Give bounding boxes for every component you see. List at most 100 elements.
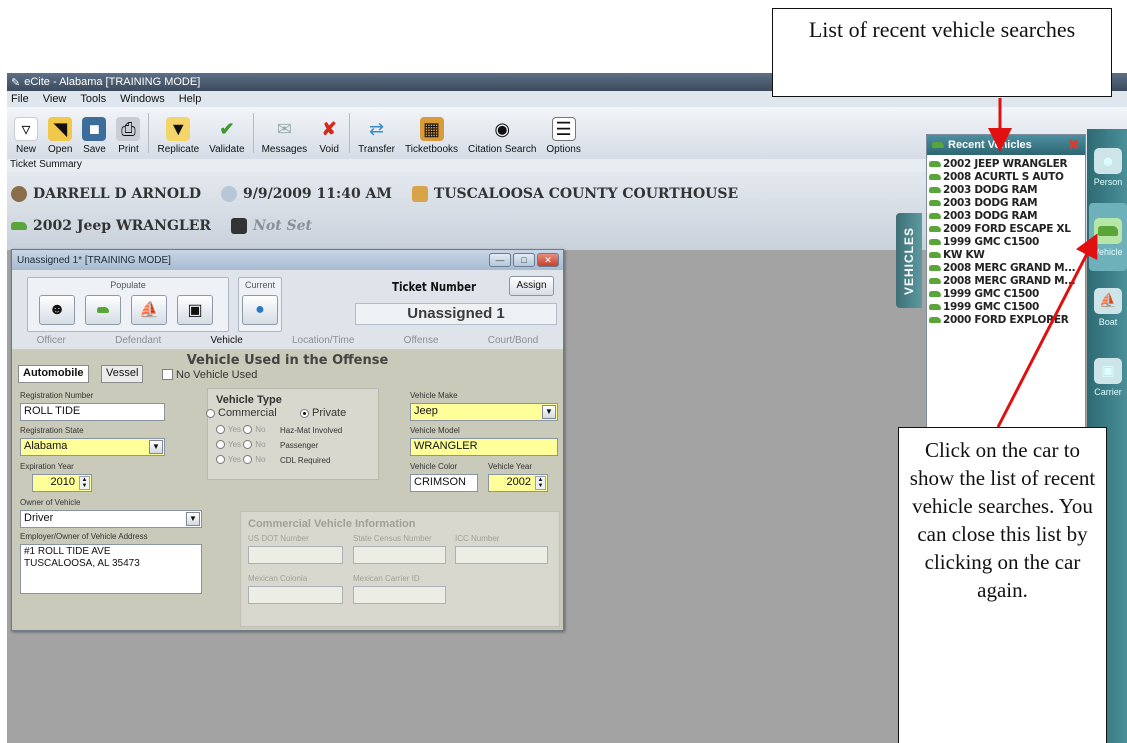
list-item[interactable]: 2003 DODG RAM	[929, 209, 1085, 222]
menu-tools[interactable]: Tools	[80, 93, 106, 105]
new-button[interactable]: ▿ New	[9, 107, 43, 155]
list-item[interactable]: 1999 GMC C1500	[929, 287, 1085, 300]
populate-vessel-button[interactable]: ⛵	[131, 295, 167, 325]
owner-label: Owner of Vehicle	[20, 498, 81, 507]
sidebar-item-person[interactable]: ☻ Person	[1089, 133, 1127, 201]
color-field[interactable]: CRIMSON	[410, 474, 478, 492]
car-icon	[929, 303, 941, 310]
current-location-button[interactable]: ●	[242, 295, 278, 325]
step-court-bond[interactable]: Court/Bond	[488, 335, 539, 349]
mexican-carrier-field[interactable]	[353, 586, 446, 604]
mexican-carrier-label: Mexican Carrier ID	[353, 574, 420, 583]
step-officer[interactable]: Officer	[37, 335, 66, 349]
car-icon	[929, 251, 941, 258]
model-field[interactable]: WRANGLER	[410, 438, 558, 456]
address-textarea[interactable]: #1 ROLL TIDE AVE TUSCALOOSA, AL 35473	[20, 544, 202, 594]
icc-field[interactable]	[455, 546, 548, 564]
person-icon: ☻	[1094, 147, 1122, 174]
cdl-yes-no[interactable]: Yes No	[216, 455, 266, 465]
step-offense[interactable]: Offense	[404, 335, 439, 349]
ticketbooks-button[interactable]: ▦ Ticketbooks	[400, 107, 463, 155]
binoculars-icon: ◉	[494, 118, 511, 139]
icc-label: ICC Number	[455, 534, 500, 543]
summary-datetime: 9/9/2009 11:40 AM	[243, 186, 392, 202]
radio-commercial[interactable]: Commercial	[206, 407, 277, 419]
car-icon	[1094, 217, 1122, 244]
recent-vehicles-list: 2002 JEEP WRANGLER 2008 ACURTL S AUTO 20…	[927, 155, 1085, 326]
list-item[interactable]: 1999 GMC C1500	[929, 235, 1085, 248]
year-field[interactable]: 2002 ▲ ▼	[488, 474, 548, 492]
toolbar-separator	[148, 113, 150, 153]
maximize-button[interactable]: □	[513, 253, 535, 267]
cvi-title: Commercial Vehicle Information	[248, 518, 416, 530]
hazmat-yes-no[interactable]: Yes No	[216, 425, 266, 435]
car-icon	[929, 186, 941, 193]
menu-windows[interactable]: Windows	[120, 93, 165, 105]
close-button[interactable]: ✕	[537, 253, 559, 267]
sidebar-item-vehicle[interactable]: Vehicle	[1089, 203, 1127, 271]
populate-carrier-button[interactable]: ▣	[177, 295, 213, 325]
step-defendant[interactable]: Defendant	[115, 335, 161, 349]
list-item[interactable]: 2008 ACURTL S AUTO	[929, 170, 1085, 183]
passenger-yes-no[interactable]: Yes No	[216, 440, 266, 450]
print-button[interactable]: ⎙ Print	[111, 107, 145, 155]
car-icon	[929, 316, 941, 323]
chevron-down-icon[interactable]: ▼	[186, 512, 200, 526]
list-item[interactable]: 2009 FORD ESCAPE XL	[929, 222, 1085, 235]
close-icon[interactable]: ✖	[1068, 137, 1079, 153]
radio-private[interactable]: Private	[300, 407, 346, 419]
car-icon	[929, 225, 941, 232]
menu-help[interactable]: Help	[179, 93, 202, 105]
populate-defendant-button[interactable]: ☻	[39, 295, 75, 325]
menu-file[interactable]: File	[11, 93, 29, 105]
void-button[interactable]: ✘ Void	[312, 107, 346, 156]
registration-state-select[interactable]: Alabama ▼	[20, 438, 165, 456]
usdot-field[interactable]	[248, 546, 343, 564]
toolbar-separator	[349, 113, 351, 153]
sidebar-item-carrier[interactable]: ▣ Carrier	[1089, 343, 1127, 411]
expiration-year-field[interactable]: 2010 ▲ ▼	[32, 474, 92, 492]
replicate-button[interactable]: ▼ Replicate	[152, 107, 204, 155]
save-button[interactable]: ■ Save	[77, 107, 111, 155]
spinner-icon[interactable]: ▲ ▼	[535, 476, 546, 490]
year-label: Vehicle Year	[488, 462, 533, 471]
list-item[interactable]: 2003 DODG RAM	[929, 183, 1085, 196]
messages-button[interactable]: ✉ Messages	[257, 107, 313, 156]
step-vehicle[interactable]: Vehicle	[211, 335, 243, 349]
list-item[interactable]: 2002 JEEP WRANGLER	[929, 157, 1085, 170]
make-select[interactable]: Jeep ▼	[410, 403, 558, 421]
vehicles-tab[interactable]: VEHICLES	[896, 213, 922, 308]
tab-vessel[interactable]: Vessel	[101, 365, 144, 383]
messages-icon: ✉	[276, 118, 292, 139]
populate-vehicle-button[interactable]	[85, 295, 121, 325]
list-item[interactable]: 2003 DODG RAM	[929, 196, 1085, 209]
minimize-button[interactable]: —	[489, 253, 511, 267]
assign-button[interactable]: Assign	[509, 276, 554, 296]
chevron-down-icon[interactable]: ▼	[542, 405, 556, 419]
no-vehicle-checkbox[interactable]	[162, 369, 173, 380]
tab-automobile[interactable]: Automobile	[18, 365, 89, 383]
options-button[interactable]: ☰ Options	[541, 107, 585, 155]
open-folder-icon: ◥	[48, 117, 73, 141]
mexican-colonia-field[interactable]	[248, 586, 343, 604]
owner-select[interactable]: Driver ▼	[20, 510, 202, 528]
step-location-time[interactable]: Location/Time	[292, 335, 354, 349]
car-icon	[929, 160, 941, 167]
sidebar-item-boat[interactable]: ⛵ Boat	[1089, 273, 1127, 341]
menu-view[interactable]: View	[43, 93, 67, 105]
state-census-field[interactable]	[353, 546, 446, 564]
list-item[interactable]: 2008 MERC GRAND M...	[929, 274, 1085, 287]
spinner-icon[interactable]: ▲ ▼	[79, 476, 90, 490]
transfer-button[interactable]: ⇄ Transfer	[353, 107, 400, 156]
new-document-icon: ▿	[14, 117, 38, 141]
boat-icon: ⛵	[139, 302, 159, 319]
chevron-down-icon[interactable]: ▼	[149, 440, 163, 454]
list-item[interactable]: 1999 GMC C1500	[929, 300, 1085, 313]
validate-button[interactable]: ✔ Validate	[204, 107, 249, 156]
registration-number-field[interactable]: ROLL TIDE	[20, 403, 165, 421]
list-item[interactable]: 2000 FORD EXPLORER	[929, 313, 1085, 326]
list-item[interactable]: 2008 MERC GRAND M...	[929, 261, 1085, 274]
list-item[interactable]: KW KW	[929, 248, 1085, 261]
citation-search-button[interactable]: ◉ Citation Search	[463, 107, 541, 156]
open-button[interactable]: ◥ Open	[43, 107, 77, 155]
